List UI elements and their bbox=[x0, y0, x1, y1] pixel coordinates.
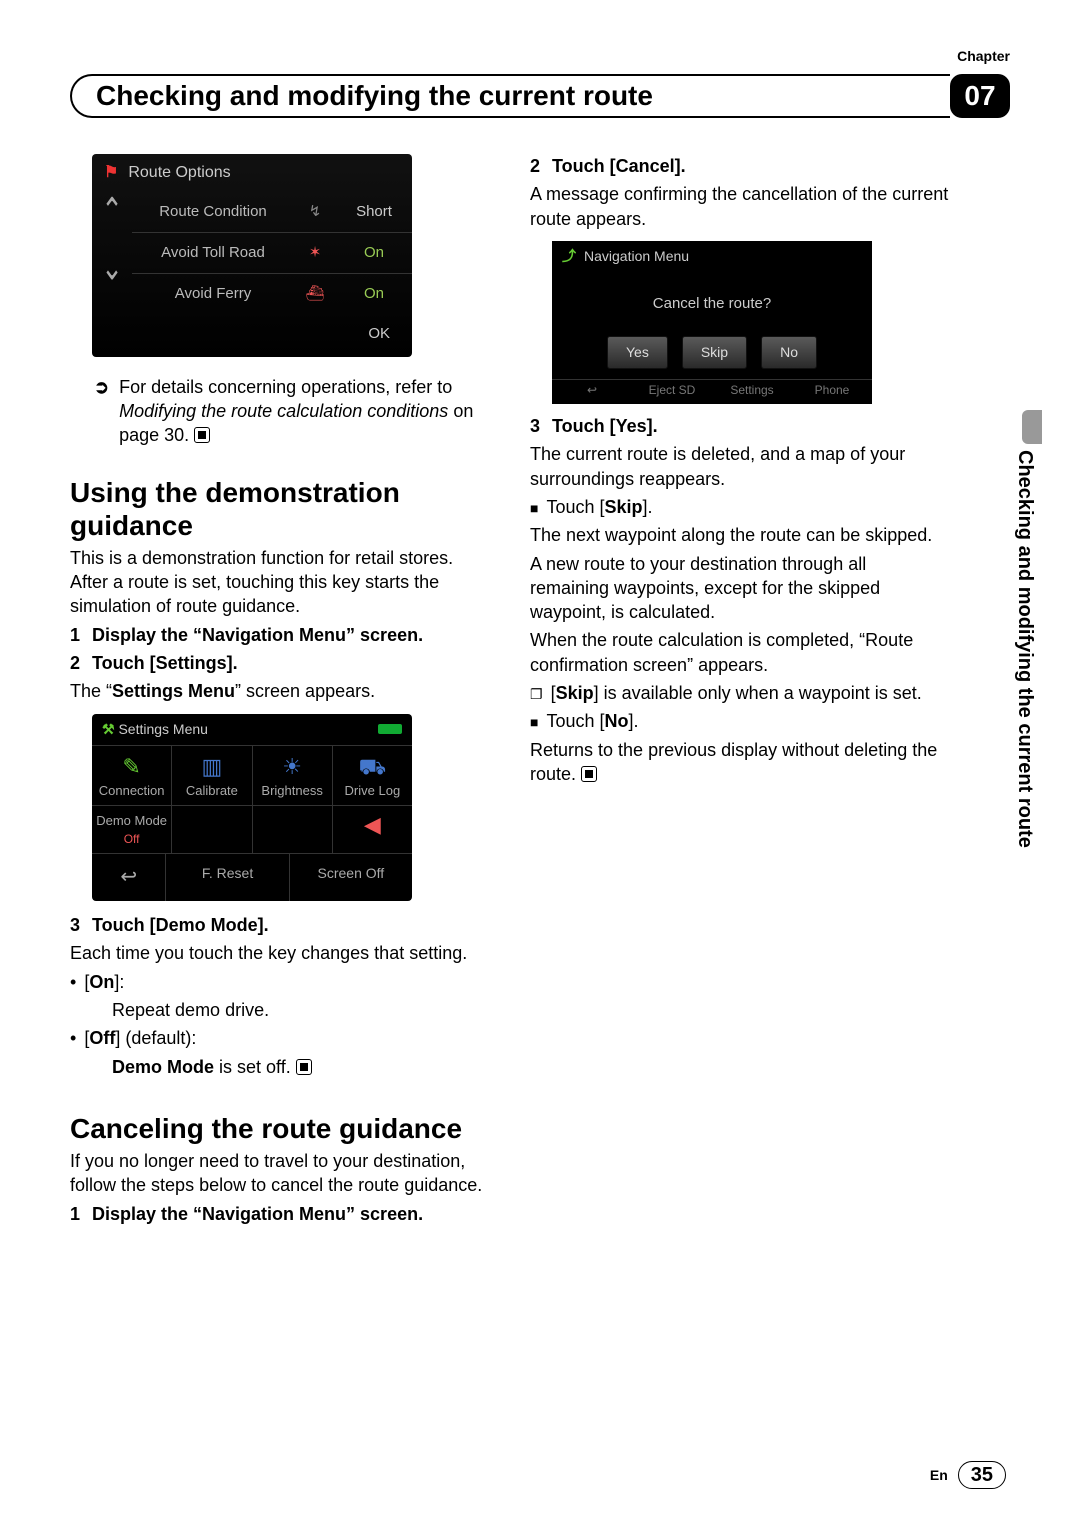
screen-off-button-label: Screen Off bbox=[290, 854, 412, 901]
back-icon: ↩ bbox=[92, 854, 166, 901]
footer-page-number: 35 bbox=[958, 1461, 1006, 1489]
demo-off-bullet: [Off] (default): bbox=[70, 1026, 490, 1050]
settings-tile: ▥Calibrate bbox=[172, 746, 252, 806]
freset-button-label: F. Reset bbox=[166, 854, 289, 901]
no-bullet: Touch [No]. bbox=[530, 709, 950, 733]
back-arrow-tile: ◀ bbox=[333, 806, 412, 853]
demo-off-desc: Demo Mode is set off. bbox=[112, 1055, 490, 1079]
flag-icon: ⚑ bbox=[104, 162, 118, 184]
footer-lang: En bbox=[930, 1467, 948, 1483]
demo-mode-tile: Demo Mode Off bbox=[92, 806, 172, 853]
up-arrow-icon: ⌃ bbox=[101, 192, 123, 228]
route-options-title: Route Options bbox=[128, 162, 230, 184]
cancel-step2: 2Touch [Cancel]. bbox=[530, 154, 950, 178]
settings-tile: ✎Connection bbox=[92, 746, 172, 806]
chapter-number-badge: 07 bbox=[950, 74, 1010, 118]
demo-step3-body: Each time you touch the key changes that… bbox=[70, 941, 490, 965]
end-mark-icon bbox=[581, 766, 597, 782]
reference-note: ➲ For details concerning operations, ref… bbox=[94, 375, 490, 448]
side-tab-stub bbox=[1022, 410, 1042, 444]
cancel-heading: Canceling the route guidance bbox=[70, 1113, 490, 1145]
navigation-menu-screenshot: ⤴ Navigation Menu Cancel the route? Yes … bbox=[552, 241, 872, 404]
route-row-label: Route Condition bbox=[132, 192, 294, 232]
demo-step2: 2Touch [Settings]. bbox=[70, 651, 490, 675]
route-row-icon: ↯ bbox=[294, 192, 336, 232]
demo-on-bullet: [On]: bbox=[70, 970, 490, 994]
chapter-label: Chapter bbox=[957, 48, 1010, 64]
nav-skip-button: Skip bbox=[682, 336, 747, 369]
route-row-value: On bbox=[336, 233, 412, 273]
nav-no-button: No bbox=[761, 336, 817, 369]
cancel-step3: 3Touch [Yes]. bbox=[530, 414, 950, 438]
right-column: 2Touch [Cancel]. A message confirming th… bbox=[530, 154, 950, 1230]
end-mark-icon bbox=[194, 427, 210, 443]
route-row-label: Avoid Toll Road bbox=[132, 233, 294, 273]
cancel-step3-body: The current route is deleted, and a map … bbox=[530, 442, 950, 491]
nav-yes-button: Yes bbox=[607, 336, 668, 369]
chapter-header: Checking and modifying the current route… bbox=[70, 74, 1010, 118]
side-tab-label: Checking and modifying the current route bbox=[1013, 450, 1036, 848]
nav-menu-title: Navigation Menu bbox=[584, 247, 689, 266]
down-arrow-icon: ⌄ bbox=[101, 248, 123, 284]
demo-step2-body: The “Settings Menu” screen appears. bbox=[70, 679, 490, 703]
cancel-step1: 1Display the “Navigation Menu” screen. bbox=[70, 1202, 490, 1226]
settings-menu-title: Settings Menu bbox=[118, 721, 208, 737]
battery-icon bbox=[378, 724, 402, 734]
skip-note: [Skip] is available only when a waypoint… bbox=[530, 681, 950, 705]
chapter-title: Checking and modifying the current route bbox=[70, 74, 950, 118]
route-row-label: Avoid Ferry bbox=[132, 274, 294, 314]
nav-phone-tab: Phone bbox=[792, 380, 872, 400]
cancel-step2-body: A message confirming the cancellation of… bbox=[530, 182, 950, 231]
nav-back-icon: ⤴ bbox=[562, 247, 576, 266]
nav-msg: Cancel the route? bbox=[552, 272, 872, 336]
route-row-icon: ⛴ bbox=[294, 274, 336, 314]
nav-eject-tab: Eject SD bbox=[632, 380, 712, 400]
route-row-icon: ✶ bbox=[294, 233, 336, 273]
skip-body2: A new route to your destination through … bbox=[530, 552, 950, 625]
demo-on-desc: Repeat demo drive. bbox=[112, 998, 490, 1022]
settings-menu-screenshot: ⚒ Settings Menu ✎Connection ▥Calibrate ☀… bbox=[92, 714, 412, 902]
ref-note-lead: For details concerning operations, refer… bbox=[119, 377, 452, 397]
skip-bullet: Touch [Skip]. bbox=[530, 495, 950, 519]
page-footer: En 35 bbox=[930, 1461, 1006, 1489]
demo-step1: 1Display the “Navigation Menu” screen. bbox=[70, 623, 490, 647]
ref-note-em: Modifying the route calculation conditio… bbox=[119, 401, 448, 421]
demo-heading: Using the demonstration guidance bbox=[70, 477, 490, 541]
nav-back-tab: ↩ bbox=[552, 380, 632, 400]
no-body: Returns to the previous display without … bbox=[530, 738, 950, 787]
route-options-screenshot: ⚑ Route Options ⌃ ⌄ Route Condition ↯ Sh… bbox=[92, 154, 412, 357]
skip-body3: When the route calculation is completed,… bbox=[530, 628, 950, 677]
demo-intro: This is a demonstration function for ret… bbox=[70, 546, 490, 619]
route-row-value: On bbox=[336, 274, 412, 314]
settings-tile: ☀Brightness bbox=[253, 746, 333, 806]
route-row-value: Short bbox=[336, 192, 412, 232]
tool-icon: ⚒ bbox=[102, 721, 115, 737]
nav-settings-tab: Settings bbox=[712, 380, 792, 400]
skip-body: The next waypoint along the route can be… bbox=[530, 523, 950, 547]
cancel-intro: If you no longer need to travel to your … bbox=[70, 1149, 490, 1198]
link-arrow-icon: ➲ bbox=[94, 375, 109, 448]
left-column: ⚑ Route Options ⌃ ⌄ Route Condition ↯ Sh… bbox=[70, 154, 490, 1230]
end-mark-icon bbox=[296, 1059, 312, 1075]
demo-step3: 3Touch [Demo Mode]. bbox=[70, 913, 490, 937]
route-options-ok: OK bbox=[92, 314, 412, 356]
settings-tile: ⛟Drive Log bbox=[333, 746, 412, 806]
